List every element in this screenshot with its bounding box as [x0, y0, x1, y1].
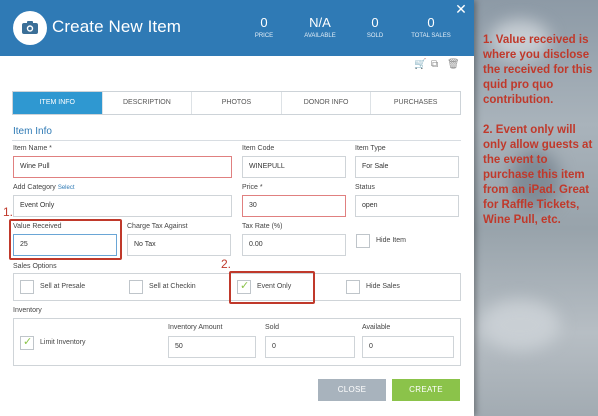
close-button[interactable]: CLOSE	[318, 379, 386, 401]
tab-item-info[interactable]: ITEM INFO	[13, 92, 103, 114]
section-title-item-info: Item Info	[13, 126, 52, 137]
stat-label: PRICE	[254, 33, 274, 39]
stat-value: N/A	[309, 15, 331, 30]
check-icon: ✓	[23, 336, 33, 348]
stat-total-sales: 0 TOTAL SALES	[401, 16, 461, 40]
hide-sales-label: Hide Sales	[366, 283, 400, 290]
tab-purchases[interactable]: PURCHASES	[371, 92, 460, 114]
sell-checkin-label: Sell at Checkin	[149, 283, 196, 290]
status-label: Status	[355, 184, 375, 191]
item-type-select[interactable]: For Sale	[355, 156, 459, 178]
stat-value: 0	[371, 15, 379, 30]
price-input[interactable]: 30	[242, 195, 346, 217]
inventory-label: Inventory	[13, 307, 42, 314]
callout-box-event-only	[229, 271, 315, 304]
item-toolbar: 🛒 ⧉ 🗑	[414, 59, 464, 73]
limit-inventory-label: Limit Inventory	[40, 339, 86, 346]
stat-label: AVAILABLE	[304, 33, 336, 39]
tab-donor-info[interactable]: DONOR INFO	[282, 92, 372, 114]
category-select[interactable]: Event Only	[13, 195, 232, 217]
tax-rate-input[interactable]: 0.00	[242, 234, 346, 256]
hide-item-checkbox[interactable]	[356, 234, 370, 248]
stat-available: N/A AVAILABLE	[290, 16, 350, 40]
callout-box-value-received	[9, 219, 122, 260]
add-category-label: Add Category Select	[13, 184, 75, 191]
stat-sold: 0 SOLD	[345, 16, 405, 40]
item-type-label: Item Type	[355, 145, 386, 152]
tab-photos[interactable]: PHOTOS	[192, 92, 282, 114]
sell-presale-label: Sell at Presale	[40, 283, 86, 290]
tab-description[interactable]: DESCRIPTION	[103, 92, 193, 114]
annotation-notes: 1. Value received is where you disclose …	[483, 33, 596, 243]
divider	[12, 140, 461, 141]
sales-options-label: Sales Options	[13, 263, 57, 270]
create-button[interactable]: CREATE	[392, 379, 460, 401]
camera-icon[interactable]	[13, 11, 47, 45]
status-select[interactable]: open	[355, 195, 459, 217]
create-item-modal: Create New Item 0 PRICE N/A AVAILABLE 0 …	[0, 0, 474, 416]
price-label: Price *	[242, 184, 263, 191]
item-code-input[interactable]: WINEPULL	[242, 156, 346, 178]
modal-title: Create New Item	[52, 17, 182, 36]
sell-presale-checkbox[interactable]	[20, 280, 34, 294]
item-name-input[interactable]: Wine Pull	[13, 156, 232, 178]
stat-value: 0	[427, 15, 435, 30]
modal-header: Create New Item 0 PRICE N/A AVAILABLE 0 …	[0, 0, 474, 56]
available-label: Available	[362, 324, 391, 331]
stat-label: SOLD	[366, 33, 384, 39]
callout-number-2: 2.	[221, 257, 232, 271]
inventory-amount-label: Inventory Amount	[168, 324, 223, 331]
hide-sales-checkbox[interactable]	[346, 280, 360, 294]
available-input[interactable]: 0	[362, 336, 454, 358]
charge-tax-select[interactable]: No Tax	[127, 234, 231, 256]
stat-price: 0 PRICE	[234, 16, 294, 40]
sell-checkin-checkbox[interactable]	[129, 280, 143, 294]
sold-label: Sold	[265, 324, 280, 331]
charge-tax-label: Charge Tax Against	[127, 223, 188, 230]
note-value-received: 1. Value received is where you disclose …	[483, 34, 593, 106]
hide-item-label: Hide Item	[376, 237, 406, 244]
select-category-link[interactable]: Select	[58, 185, 75, 191]
note-event-only: 2. Event only will only allow guests at …	[483, 124, 593, 226]
cart-icon[interactable]: 🛒	[414, 59, 426, 71]
item-tabs: ITEM INFO DESCRIPTION PHOTOS DONOR INFO …	[12, 91, 461, 115]
stat-label: TOTAL SALES	[411, 33, 451, 39]
inventory-amount-input[interactable]: 50	[168, 336, 256, 358]
tax-rate-label: Tax Rate (%)	[242, 223, 283, 230]
limit-inventory-checkbox[interactable]: ✓	[20, 336, 34, 350]
add-category-text: Add Category	[13, 184, 56, 191]
callout-number-1: 1.	[3, 205, 14, 219]
copy-icon[interactable]: ⧉	[431, 59, 438, 71]
trash-icon[interactable]: 🗑	[447, 59, 460, 71]
item-name-label: Item Name *	[13, 145, 52, 152]
sold-input[interactable]: 0	[265, 336, 355, 358]
item-code-label: Item Code	[242, 145, 275, 152]
close-icon[interactable]: ✕	[454, 2, 468, 16]
stat-value: 0	[260, 15, 268, 30]
